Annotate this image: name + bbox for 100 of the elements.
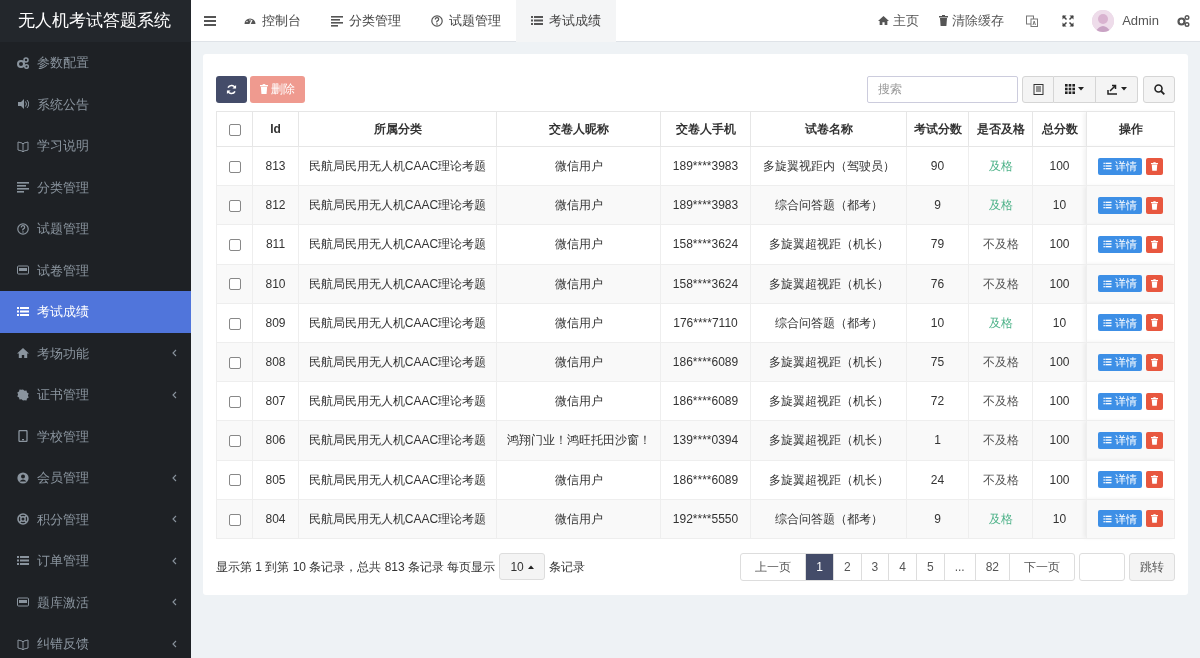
- column-header: 考试分数: [906, 111, 969, 147]
- table-cell: 176****7110: [660, 303, 751, 343]
- checkbox[interactable]: [228, 278, 241, 291]
- nav-tab[interactable]: 考试成绩: [516, 0, 616, 42]
- clear-cache-link[interactable]: 清除缓存: [929, 10, 1015, 31]
- table-cell: 192****5550: [660, 499, 751, 539]
- page-button[interactable]: 82: [974, 552, 1010, 581]
- delete-icon[interactable]: [1146, 353, 1163, 371]
- page-button[interactable]: 4: [888, 552, 917, 581]
- trash-icon: [939, 15, 949, 26]
- nav-tab[interactable]: 试题管理: [416, 0, 516, 42]
- delete-icon[interactable]: [1146, 196, 1163, 214]
- jump-button[interactable]: 跳转: [1129, 552, 1175, 581]
- details-button[interactable]: 详情: [1098, 510, 1142, 528]
- table-view-button[interactable]: [1022, 75, 1054, 103]
- sidebar-item[interactable]: 系统公告: [0, 83, 191, 125]
- sidebar-item[interactable]: 积分管理: [0, 498, 191, 540]
- table-cell: 多旋翼超视距（机长）: [750, 342, 907, 382]
- delete-icon[interactable]: [1146, 314, 1163, 332]
- columns-button[interactable]: [1054, 75, 1096, 103]
- sidebar-item[interactable]: 学习说明: [0, 125, 191, 167]
- sidebar-item[interactable]: 考场功能: [0, 332, 191, 374]
- sidebar-item[interactable]: 订单管理: [0, 540, 191, 582]
- page-button[interactable]: ...: [943, 552, 976, 581]
- table-cell: 综合问答题（都考）: [750, 499, 907, 539]
- table-cell: 189****3983: [660, 146, 751, 186]
- sidebar-item[interactable]: 分类管理: [0, 166, 191, 208]
- page-number-field[interactable]: [1079, 552, 1125, 581]
- page-button[interactable]: 5: [915, 552, 945, 581]
- checkbox[interactable]: [228, 435, 241, 448]
- delete-icon[interactable]: [1146, 275, 1163, 293]
- nav-tab[interactable]: 分类管理: [316, 0, 416, 42]
- trash-glyph: [1151, 435, 1158, 445]
- user-icon: [17, 471, 29, 484]
- delete-icon[interactable]: [1146, 471, 1163, 489]
- home-link[interactable]: 主页: [868, 10, 930, 31]
- page-size-dropdown[interactable]: 10: [499, 553, 545, 581]
- details-button[interactable]: 详情: [1098, 157, 1142, 175]
- user-name[interactable]: Admin: [1114, 10, 1167, 31]
- sidebar-item[interactable]: 证书管理: [0, 374, 191, 416]
- delete-icon[interactable]: [1146, 392, 1163, 410]
- details-button[interactable]: 详情: [1098, 353, 1142, 371]
- table-cell: 微信用户: [496, 185, 661, 225]
- table-cell: 186****6089: [660, 381, 751, 421]
- details-button[interactable]: 详情: [1098, 314, 1142, 332]
- table-cell: 812: [252, 185, 299, 225]
- table-cell: 186****6089: [660, 460, 751, 500]
- grid-icon: [1065, 84, 1075, 94]
- table-cell: 804: [252, 499, 299, 539]
- details-button[interactable]: 详情: [1098, 392, 1142, 410]
- delete-icon[interactable]: [1146, 235, 1163, 253]
- nav-tab[interactable]: 控制台: [229, 0, 316, 42]
- delete-icon[interactable]: [1146, 510, 1163, 528]
- page-button[interactable]: 1: [805, 552, 834, 581]
- table-cell: 189****3983: [660, 185, 751, 225]
- sidebar-item[interactable]: 试题管理: [0, 208, 191, 250]
- delete-icon[interactable]: [1146, 431, 1163, 449]
- sidebar-item[interactable]: 学校管理: [0, 415, 191, 457]
- page-button[interactable]: 上一页: [740, 552, 807, 581]
- details-button[interactable]: 详情: [1098, 235, 1142, 253]
- table-cell: 民航局民用无人机CAAC理论考题: [298, 224, 497, 265]
- checkbox[interactable]: [228, 356, 241, 369]
- refresh-button[interactable]: [216, 75, 247, 103]
- checkbox[interactable]: [228, 396, 241, 409]
- avatar: [1092, 9, 1115, 32]
- column-header: Id: [252, 111, 299, 147]
- question-icon: [17, 222, 29, 235]
- table-cell: 10: [1032, 303, 1087, 343]
- sidebar-item[interactable]: 会员管理: [0, 457, 191, 499]
- checkbox[interactable]: [228, 160, 241, 173]
- table-cell: 不及格: [968, 381, 1033, 421]
- table-cell: 100: [1032, 264, 1087, 304]
- lines-icon: [331, 14, 343, 27]
- page-button[interactable]: 2: [832, 552, 862, 581]
- sidebar-item[interactable]: 纠错反馈: [0, 623, 191, 658]
- table-cell: 民航局民用无人机CAAC理论考题: [298, 460, 497, 500]
- list-icon: [1103, 240, 1112, 249]
- table-cell: 综合问答题（都考）: [750, 185, 907, 225]
- details-button[interactable]: 详情: [1098, 431, 1142, 449]
- sidebar-item[interactable]: 题库激活: [0, 581, 191, 623]
- page-button[interactable]: 下一页: [1009, 552, 1075, 581]
- trash-icon: [260, 84, 268, 94]
- checkbox[interactable]: [228, 513, 241, 526]
- checkbox[interactable]: [228, 317, 241, 330]
- details-button[interactable]: 详情: [1098, 275, 1142, 293]
- table-cell: 鸿翔门业！鸿旺托田沙窗！: [496, 420, 661, 460]
- sidebar-item[interactable]: 试卷管理: [0, 249, 191, 291]
- delete-icon[interactable]: [1146, 157, 1163, 175]
- checkbox[interactable]: [228, 123, 241, 136]
- search-field[interactable]: 搜索: [867, 75, 1018, 103]
- details-button[interactable]: 详情: [1098, 471, 1142, 489]
- search-button[interactable]: [1143, 75, 1175, 103]
- sidebar-item[interactable]: 考试成绩: [0, 291, 191, 333]
- export-button[interactable]: [1096, 75, 1138, 103]
- checkbox[interactable]: [228, 239, 241, 252]
- checkbox[interactable]: [228, 200, 241, 213]
- checkbox[interactable]: [228, 474, 241, 487]
- table-cell: 微信用户: [496, 460, 661, 500]
- details-button[interactable]: 详情: [1098, 196, 1142, 214]
- sidebar-item[interactable]: 参数配置: [0, 42, 191, 84]
